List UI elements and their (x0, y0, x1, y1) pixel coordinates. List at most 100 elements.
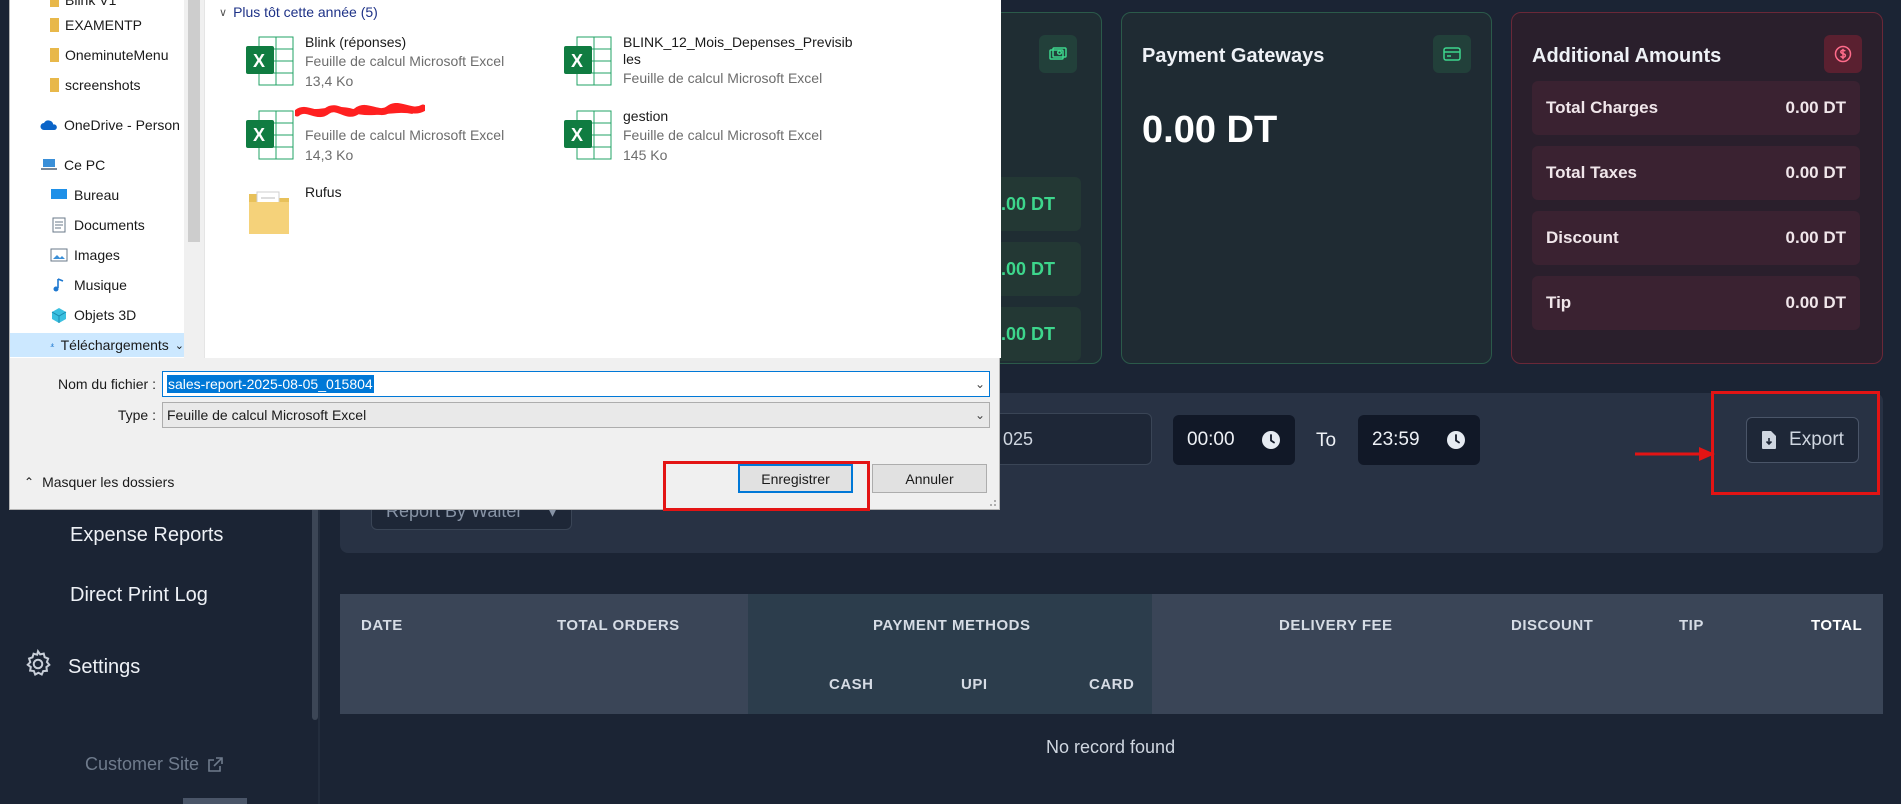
file-size: 145 Ko (623, 147, 668, 163)
sidebar-item-expense-reports[interactable]: Expense Reports (70, 524, 223, 547)
dollar-icon (1824, 35, 1862, 73)
row-value: 0.00 DT (1785, 98, 1846, 117)
nav-item-label: Blink V1 (65, 0, 117, 8)
date-value: 025 (1003, 428, 1034, 449)
chevron-down-icon: ∨ (219, 6, 228, 19)
navigation-pane: Blink V1 EXAMENTP OneminuteMenu screensh… (10, 0, 204, 358)
file-item[interactable]: X Blink (réponses) Feuille de calcul Mic… (245, 34, 545, 91)
hide-folders-toggle[interactable]: ⌃ Masquer les dossiers (24, 474, 174, 490)
file-type: Feuille de calcul Microsoft Excel (623, 70, 823, 86)
type-label: Type : (117, 407, 156, 423)
folder-icon (245, 184, 295, 240)
sidebar-item-settings[interactable]: Settings (22, 648, 140, 686)
nav-item-downloads[interactable]: Téléchargements ⌄ (10, 333, 184, 357)
clock-icon (1262, 431, 1280, 449)
column-header-total-orders: TOTAL ORDERS (557, 617, 680, 634)
date-range-input[interactable]: 025 (990, 413, 1152, 465)
card-title: Payment Gateways (1142, 45, 1325, 67)
money-icon (1039, 35, 1077, 73)
file-name: BLINK_12_Mois_Depenses_Previsibles (623, 34, 853, 67)
from-time-input[interactable]: 00:00 (1173, 415, 1295, 465)
customer-site-label: Customer Site (85, 754, 200, 774)
annotation-box-save (663, 461, 870, 511)
payment-summary-card: 0.00 DT 0.00 DT 0.00 DT (990, 12, 1102, 364)
excel-file-icon: X (245, 34, 295, 90)
nav-item-this-pc[interactable]: Ce PC (40, 157, 105, 173)
to-time-input[interactable]: 23:59 (1358, 415, 1480, 465)
column-header-delivery-fee: DELIVERY FEE (1279, 617, 1393, 634)
filename-row: Nom du fichier : sales-report-2025-08-05… (10, 371, 990, 397)
nav-item-onedrive[interactable]: OneDrive - Person (40, 117, 180, 133)
folder-item[interactable]: Rufus (245, 184, 545, 240)
folder-icon (50, 78, 59, 92)
file-item[interactable]: X gestion Feuille de calcul Microsoft Ex… (563, 108, 863, 165)
discount-row: Discount 0.00 DT (1532, 211, 1860, 265)
nav-item-3d-objects[interactable]: Objets 3D (50, 307, 136, 323)
nav-item-folder[interactable]: EXAMENTP (50, 17, 142, 33)
nav-item-folder[interactable]: Blink V1 (50, 0, 116, 8)
cube-icon (51, 308, 67, 323)
column-header-date: DATE (361, 617, 403, 634)
excel-file-icon: X (563, 34, 613, 90)
nav-item-label: OneminuteMenu (65, 47, 169, 63)
row-label: Discount (1546, 228, 1619, 247)
nav-item-label: Musique (74, 277, 127, 293)
nav-item-folder[interactable]: OneminuteMenu (50, 47, 169, 63)
resize-grip-icon[interactable] (987, 497, 997, 507)
nav-item-label: Ce PC (64, 157, 106, 173)
svg-text:X: X (571, 51, 583, 71)
excel-file-icon: X (245, 108, 295, 164)
external-link-icon (208, 756, 223, 772)
total-taxes-row: Total Taxes 0.00 DT (1532, 146, 1860, 200)
nav-item-music[interactable]: Musique (50, 277, 127, 293)
music-icon (53, 278, 64, 292)
sidebar-item-direct-print-log[interactable]: Direct Print Log (70, 584, 208, 607)
column-header-discount: DISCOUNT (1511, 617, 1594, 634)
computer-icon (41, 159, 57, 170)
file-item[interactable]: X Feuille de calcul Microsoft Excel 14,3… (245, 103, 545, 165)
total-charges-row: Total Charges 0.00 DT (1532, 81, 1860, 135)
file-type: Feuille de calcul Microsoft Excel (305, 127, 505, 143)
navigation-scrollbar[interactable] (184, 0, 204, 358)
customer-site-link[interactable]: Customer Site (85, 754, 225, 775)
file-group-header[interactable]: ∨ Plus tôt cette année (5) (219, 4, 378, 20)
nav-item-documents[interactable]: Documents (50, 217, 145, 233)
filename-value: sales-report-2025-08-05_015804 (167, 375, 374, 393)
tip-row: Tip 0.00 DT (1532, 276, 1860, 330)
file-item[interactable]: X BLINK_12_Mois_Depenses_Previsibles Feu… (563, 34, 853, 90)
row-value: 0.00 DT (1785, 228, 1846, 247)
file-list: ∨ Plus tôt cette année (5) X Blink (répo… (204, 0, 1001, 358)
annotation-box-export (1711, 391, 1880, 495)
clock-icon (1447, 431, 1465, 449)
file-type-value: Feuille de calcul Microsoft Excel (167, 407, 367, 423)
nav-item-label: Objets 3D (74, 307, 137, 323)
annotation-arrow-icon (1635, 447, 1715, 461)
scrollbar-thumb[interactable] (188, 0, 200, 242)
payment-methods-header-group (748, 594, 1152, 714)
file-type: Feuille de calcul Microsoft Excel (623, 127, 823, 143)
column-header-tip: TIP (1679, 617, 1704, 634)
file-type-select[interactable]: Feuille de calcul Microsoft Excel ⌄ (162, 402, 990, 428)
desktop-icon (51, 189, 67, 199)
nav-item-images[interactable]: Images (50, 247, 120, 263)
chevron-down-icon: ⌄ (174, 339, 184, 352)
chevron-down-icon[interactable]: ⌄ (975, 377, 985, 391)
nav-item-label: Images (74, 247, 120, 263)
payment-row-value: 0.00 DT (991, 307, 1081, 361)
card-title: Additional Amounts (1532, 45, 1722, 67)
cancel-button[interactable]: Annuler (872, 464, 987, 493)
download-icon (50, 343, 55, 347)
filename-input[interactable]: sales-report-2025-08-05_015804 ⌄ (162, 371, 990, 397)
folder-icon (50, 18, 59, 32)
nav-item-desktop[interactable]: Bureau (50, 187, 119, 203)
svg-text:X: X (253, 125, 265, 145)
file-size: 13,4 Ko (305, 73, 354, 89)
nav-item-label: Téléchargements (60, 337, 169, 353)
nav-item-folder[interactable]: screenshots (50, 77, 140, 93)
settings-label: Settings (68, 655, 141, 678)
images-icon (50, 248, 68, 262)
file-name-redacted (295, 103, 545, 125)
redaction-scribble (295, 103, 425, 118)
save-file-dialog: Blink V1 EXAMENTP OneminuteMenu screensh… (9, 0, 1001, 510)
nav-item-label: Documents (74, 217, 145, 233)
